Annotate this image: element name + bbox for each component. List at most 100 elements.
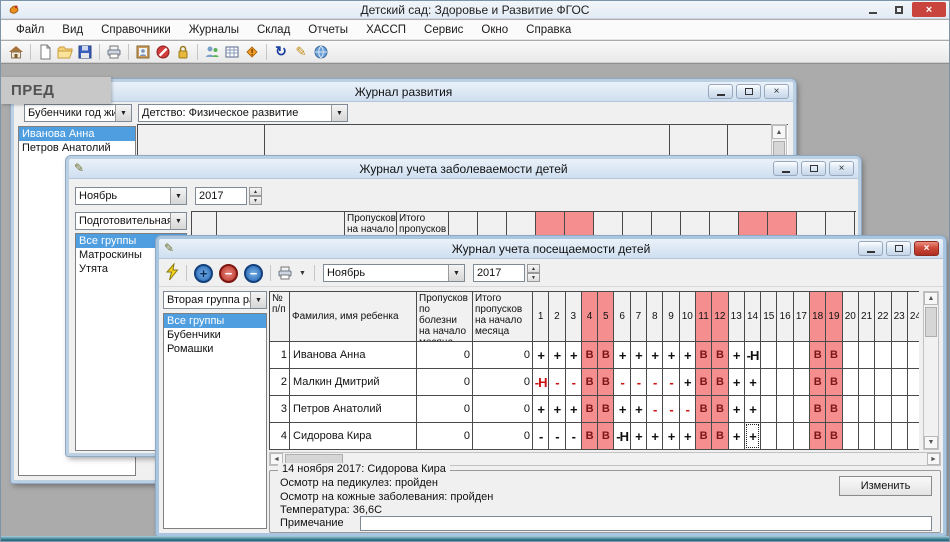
day-mark-cell[interactable]: - [549,369,565,396]
day-mark-cell[interactable]: + [647,423,663,450]
main-close-button[interactable]: × [912,2,946,17]
menu-item[interactable]: Справка [517,24,580,36]
day-mark-cell[interactable] [761,342,777,369]
add-mark-button[interactable]: + [194,264,213,283]
day-header-cell[interactable]: 7 [631,292,647,342]
menu-item[interactable]: Справочники [92,24,180,36]
attendance-cell[interactable]: 0 [417,396,473,423]
day-mark-cell[interactable]: + [663,423,679,450]
day-mark-cell[interactable] [843,423,859,450]
day-mark-cell[interactable] [777,342,793,369]
attendance-cell[interactable]: 0 [473,369,533,396]
attendance-cell[interactable]: Малкин Дмитрий [290,369,417,396]
day-mark-cell[interactable]: + [729,423,745,450]
day-mark-cell[interactable]: + [631,423,647,450]
day-mark-cell[interactable] [908,342,919,369]
day-header-cell[interactable]: 14 [745,292,761,342]
day-mark-cell[interactable] [859,369,875,396]
day-mark-cell[interactable]: В [582,396,598,423]
day-mark-cell[interactable] [794,423,810,450]
day-header-cell[interactable]: 16 [777,292,793,342]
day-mark-cell[interactable]: В [696,342,712,369]
table-icon[interactable] [223,43,241,61]
illness-maximize-button[interactable] [801,161,826,176]
day-mark-cell[interactable]: + [647,342,663,369]
day-header-cell[interactable]: 4 [582,292,598,342]
edit-note-icon[interactable]: ✎ [292,43,310,61]
day-mark-cell[interactable] [875,396,891,423]
day-mark-cell[interactable] [843,342,859,369]
day-mark-cell[interactable]: - [647,396,663,423]
users-icon[interactable] [203,43,221,61]
chevron-down-icon[interactable]: ▼ [448,265,464,281]
print-icon[interactable] [105,43,123,61]
attendance-column-header[interactable]: Пропусков по болезни на начало месяца [417,292,473,342]
scroll-down-icon[interactable]: ▼ [924,436,938,449]
spin-down-icon[interactable]: ▼ [527,273,540,282]
day-mark-cell[interactable]: В [598,396,614,423]
day-mark-cell[interactable]: -Н [745,342,761,369]
home-icon[interactable] [7,43,25,61]
attendance-close-button[interactable]: × [914,241,939,256]
day-mark-cell[interactable]: В [826,423,842,450]
list-item[interactable]: Бубенчики [164,328,266,342]
remove-mark-button[interactable]: − [219,264,238,283]
day-mark-cell[interactable]: + [680,369,696,396]
day-mark-cell[interactable] [875,369,891,396]
illness-month-combo[interactable]: Ноябрь▼ [75,187,187,205]
day-header-cell[interactable]: 19 [826,292,842,342]
forbidden-icon[interactable] [154,43,172,61]
attendance-cell[interactable]: 0 [417,369,473,396]
menu-item[interactable]: Вид [53,24,92,36]
attendance-cell[interactable]: 0 [473,423,533,450]
attendance-column-header[interactable]: Фамилия, имя ребенка [290,292,417,342]
day-mark-cell[interactable]: В [826,342,842,369]
day-mark-cell[interactable] [777,423,793,450]
illness-group-combo[interactable]: Подготовительная к▼ [75,212,187,230]
attendance-cell[interactable]: 1 [270,342,290,369]
day-header-cell[interactable]: 15 [761,292,777,342]
day-mark-cell[interactable]: + [566,396,582,423]
day-mark-cell[interactable]: -Н [614,423,630,450]
day-mark-cell[interactable]: В [712,342,728,369]
day-mark-cell[interactable]: + [745,369,761,396]
day-header-cell[interactable]: 12 [712,292,728,342]
lightning-icon[interactable] [165,263,180,284]
day-mark-cell[interactable]: + [729,369,745,396]
day-mark-cell[interactable]: В [712,396,728,423]
list-item[interactable]: Ромашки [164,342,266,356]
day-header-cell[interactable]: 17 [794,292,810,342]
day-mark-cell[interactable]: В [582,342,598,369]
day-mark-cell[interactable]: В [598,369,614,396]
dev-minimize-button[interactable] [708,84,733,99]
scrollbar-thumb[interactable] [925,307,937,337]
dev-group-combo[interactable]: Бубенчики год жизни▼ [24,104,132,122]
day-mark-cell[interactable]: -Н [533,369,549,396]
day-mark-cell[interactable]: В [696,396,712,423]
chevron-down-icon[interactable]: ▼ [250,292,266,308]
diamond-warning-icon[interactable] [243,43,261,61]
day-mark-cell[interactable]: + [566,342,582,369]
day-mark-cell[interactable] [859,342,875,369]
day-mark-cell[interactable] [892,369,908,396]
chevron-down-icon[interactable]: ▼ [115,105,131,121]
day-mark-cell[interactable]: В [826,369,842,396]
day-header-cell[interactable]: 20 [843,292,859,342]
day-header-cell[interactable]: 22 [875,292,891,342]
day-mark-cell[interactable]: - [566,423,582,450]
day-header-cell[interactable]: 18 [810,292,826,342]
day-mark-cell[interactable] [761,423,777,450]
day-mark-cell[interactable]: - [566,369,582,396]
day-mark-cell[interactable]: В [712,423,728,450]
day-mark-cell[interactable]: В [826,396,842,423]
day-mark-cell[interactable]: В [582,423,598,450]
day-header-cell[interactable]: 9 [663,292,679,342]
day-mark-cell[interactable]: - [663,396,679,423]
attendance-vertical-scrollbar[interactable]: ▲ ▼ [923,291,939,450]
day-mark-cell[interactable] [908,423,919,450]
photo-card-icon[interactable] [134,43,152,61]
open-folder-icon[interactable] [56,43,74,61]
day-mark-cell[interactable]: + [614,396,630,423]
attendance-maximize-button[interactable] [886,241,911,256]
dev-section-combo[interactable]: Детство: Физическое развитие▼ [138,104,348,122]
